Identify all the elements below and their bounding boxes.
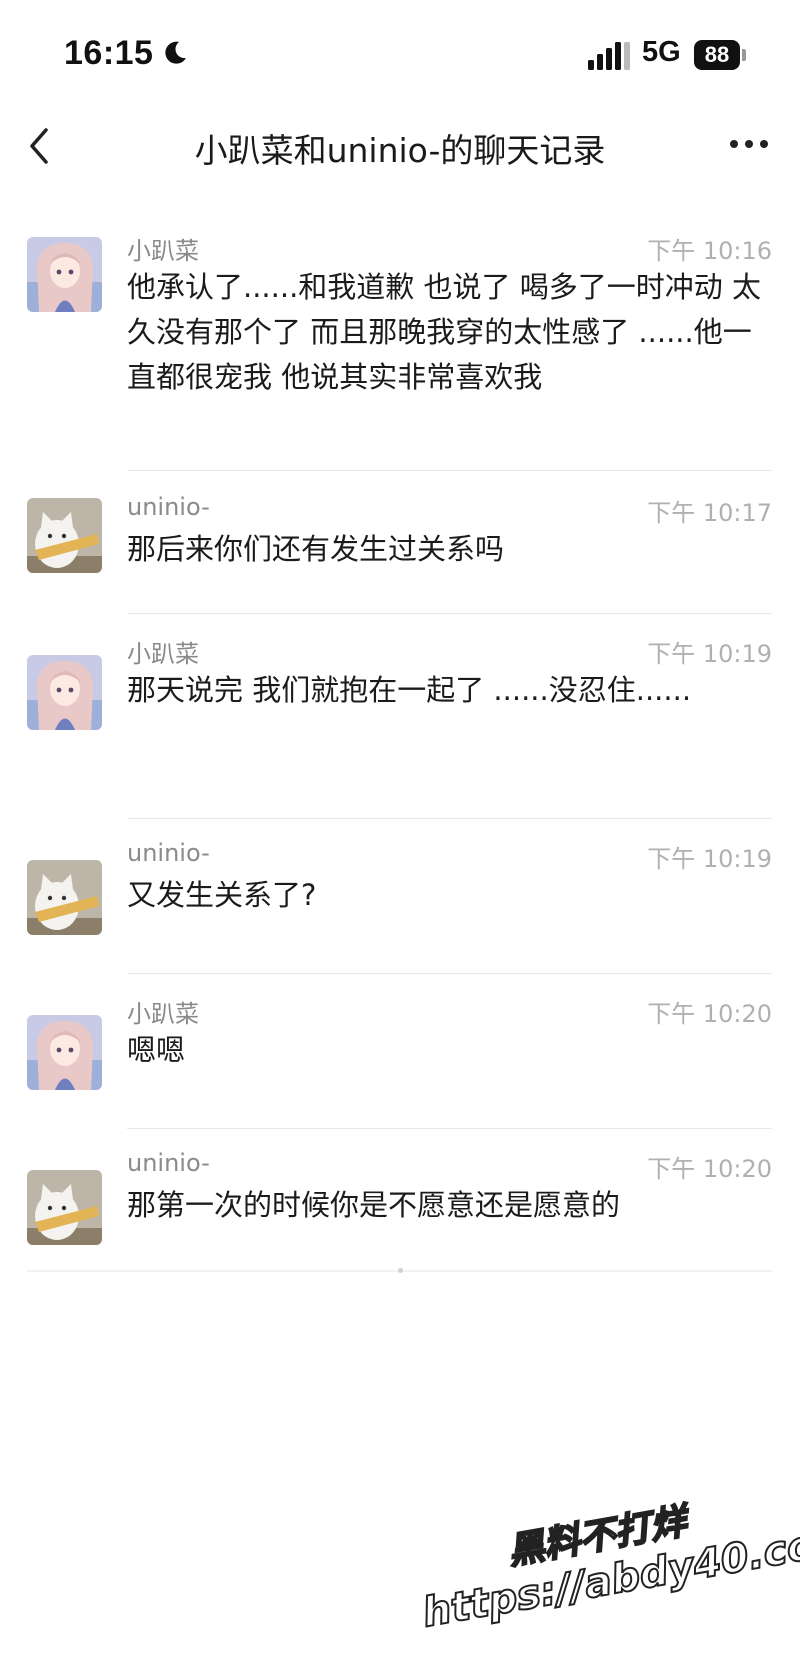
status-time: 16:15 [64,34,154,72]
avatar[interactable] [27,498,102,573]
avatar[interactable] [27,1170,102,1245]
chat-history-list[interactable]: 小趴菜 下午 10:16 他承认了......和我道歉 也说了 喝多了一时冲动 … [0,225,800,1283]
message-text: 那天说完 我们就抱在一起了 ......没忍住...... [127,673,692,707]
message-text: 那后来你们还有发生过关系吗 [127,532,505,566]
chat-message: 小趴菜 下午 10:20 嗯嗯 [0,988,800,1128]
divider [127,818,772,819]
nav-bar: 小趴菜和uninio-的聊天记录 [0,110,800,180]
chat-message: 小趴菜 下午 10:16 他承认了......和我道歉 也说了 喝多了一时冲动 … [0,225,800,470]
moon-icon [165,41,186,64]
more-options-icon[interactable] [728,134,772,154]
cat-avatar-icon [27,1170,102,1245]
anime-girl-avatar-icon [27,1015,102,1090]
chat-message: uninio- 下午 10:19 又发生关系了? [0,833,800,973]
anime-girl-avatar-icon [27,655,102,730]
divider [127,973,772,974]
page-title: 小趴菜和uninio-的聊天记录 [194,131,606,170]
cat-avatar-icon [27,498,102,573]
sender-name: uninio- [127,493,210,521]
avatar[interactable] [27,655,102,730]
sender-name: uninio- [127,839,210,867]
message-time: 下午 10:20 [647,1000,772,1028]
sender-name: 小趴菜 [127,640,199,668]
message-time: 下午 10:19 [647,845,772,873]
watermark: 黑料不打烊 https://abdy40.com [410,1474,800,1668]
message-text: 又发生关系了? [127,878,317,912]
network-type: 5G [642,36,681,68]
avatar[interactable] [27,1015,102,1090]
sender-name: 小趴菜 [127,237,199,265]
chat-message: uninio- 下午 10:17 那后来你们还有发生过关系吗 [0,471,800,613]
message-text: 他承认了......和我道歉 也说了 喝多了一时冲动 太久没有那个了 而且那晚我… [127,270,761,394]
divider [127,1128,772,1129]
message-time: 下午 10:20 [647,1155,772,1183]
status-bar: 16:15 5G 88 [0,0,800,110]
avatar[interactable] [27,237,102,312]
back-icon[interactable] [24,126,54,166]
divider [127,613,772,614]
battery-indicator: 88 [694,40,746,70]
avatar[interactable] [27,860,102,935]
sender-name: 小趴菜 [127,1000,199,1028]
battery-tip [742,49,746,61]
message-time: 下午 10:16 [647,237,772,265]
sender-name: uninio- [127,1149,210,1177]
chat-message: uninio- 下午 10:20 那第一次的时候你是不愿意还是愿意的 [0,1143,800,1283]
list-end-dot [398,1268,403,1273]
message-text: 那第一次的时候你是不愿意还是愿意的 [127,1188,621,1222]
message-time: 下午 10:19 [647,640,772,668]
chat-message: 小趴菜 下午 10:19 那天说完 我们就抱在一起了 ......没忍住....… [0,628,800,818]
message-text: 嗯嗯 [127,1033,186,1067]
battery-level: 88 [694,40,740,70]
anime-girl-avatar-icon [27,237,102,312]
signal-icon [588,42,630,70]
message-time: 下午 10:17 [647,499,772,527]
cat-avatar-icon [27,860,102,935]
